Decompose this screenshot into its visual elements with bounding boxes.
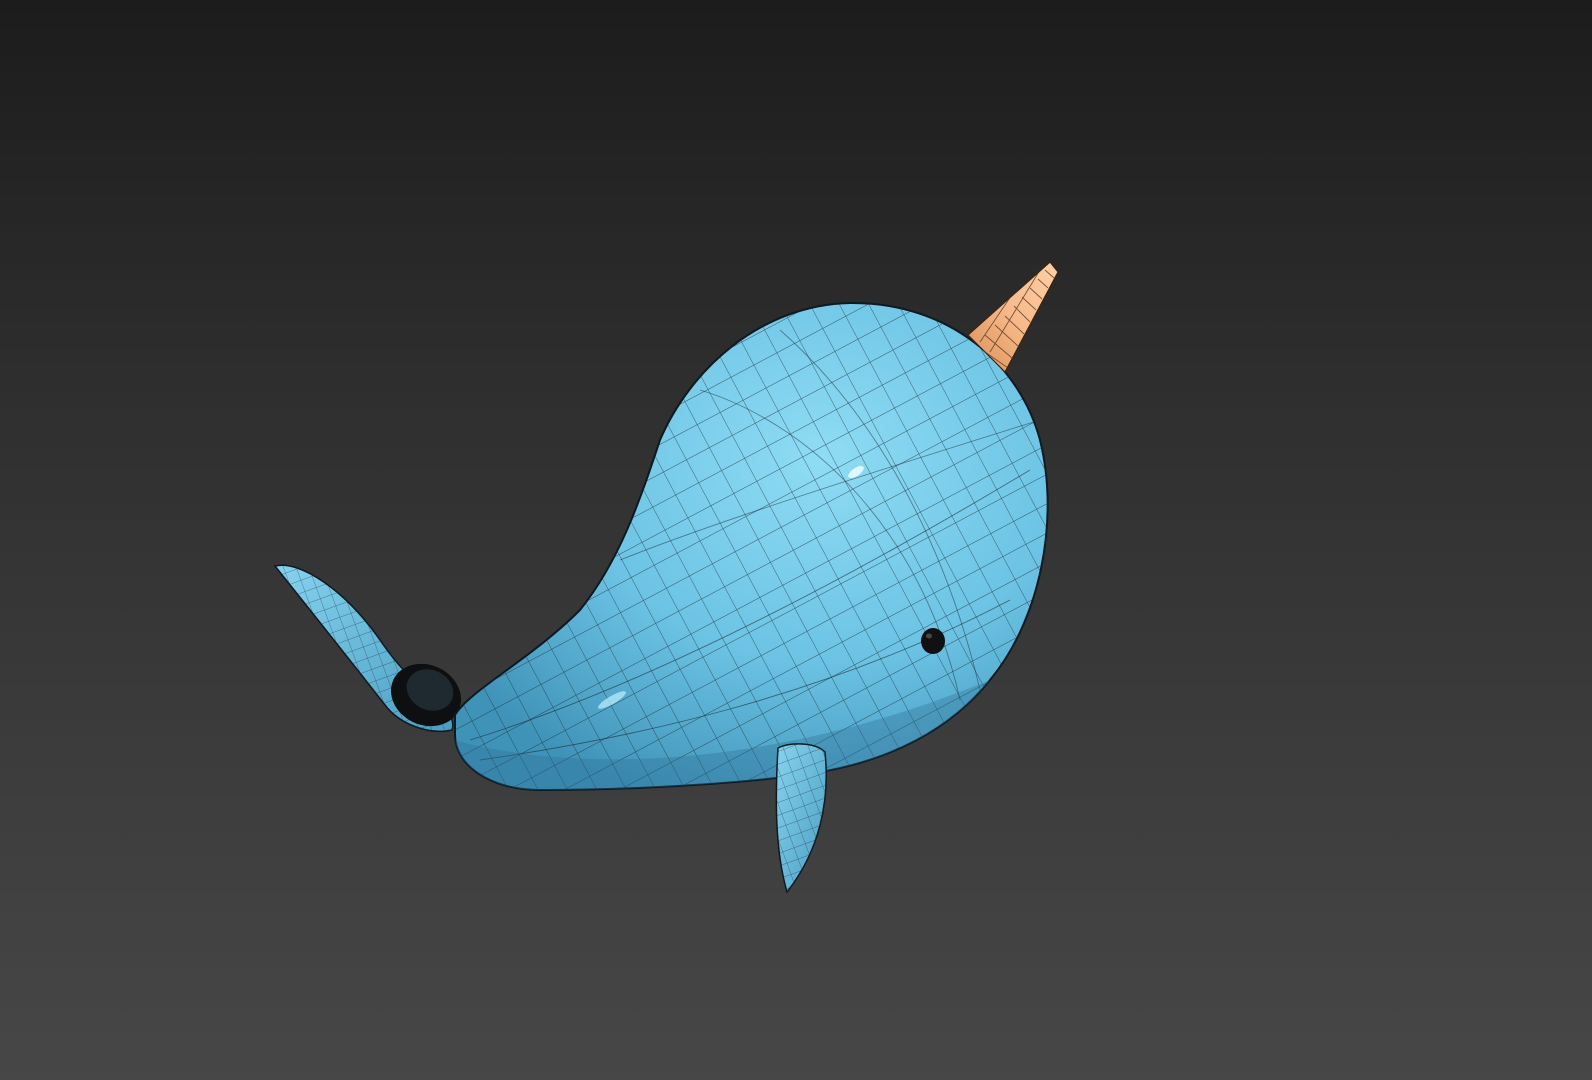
- narwhal-model-svg[interactable]: [0, 0, 1592, 1080]
- eye: [921, 628, 945, 654]
- narwhal-body[interactable]: [420, 280, 1080, 820]
- tail-fluke[interactable]: [260, 550, 480, 750]
- side-fin[interactable]: [770, 740, 835, 900]
- 3d-viewport[interactable]: [0, 0, 1592, 1080]
